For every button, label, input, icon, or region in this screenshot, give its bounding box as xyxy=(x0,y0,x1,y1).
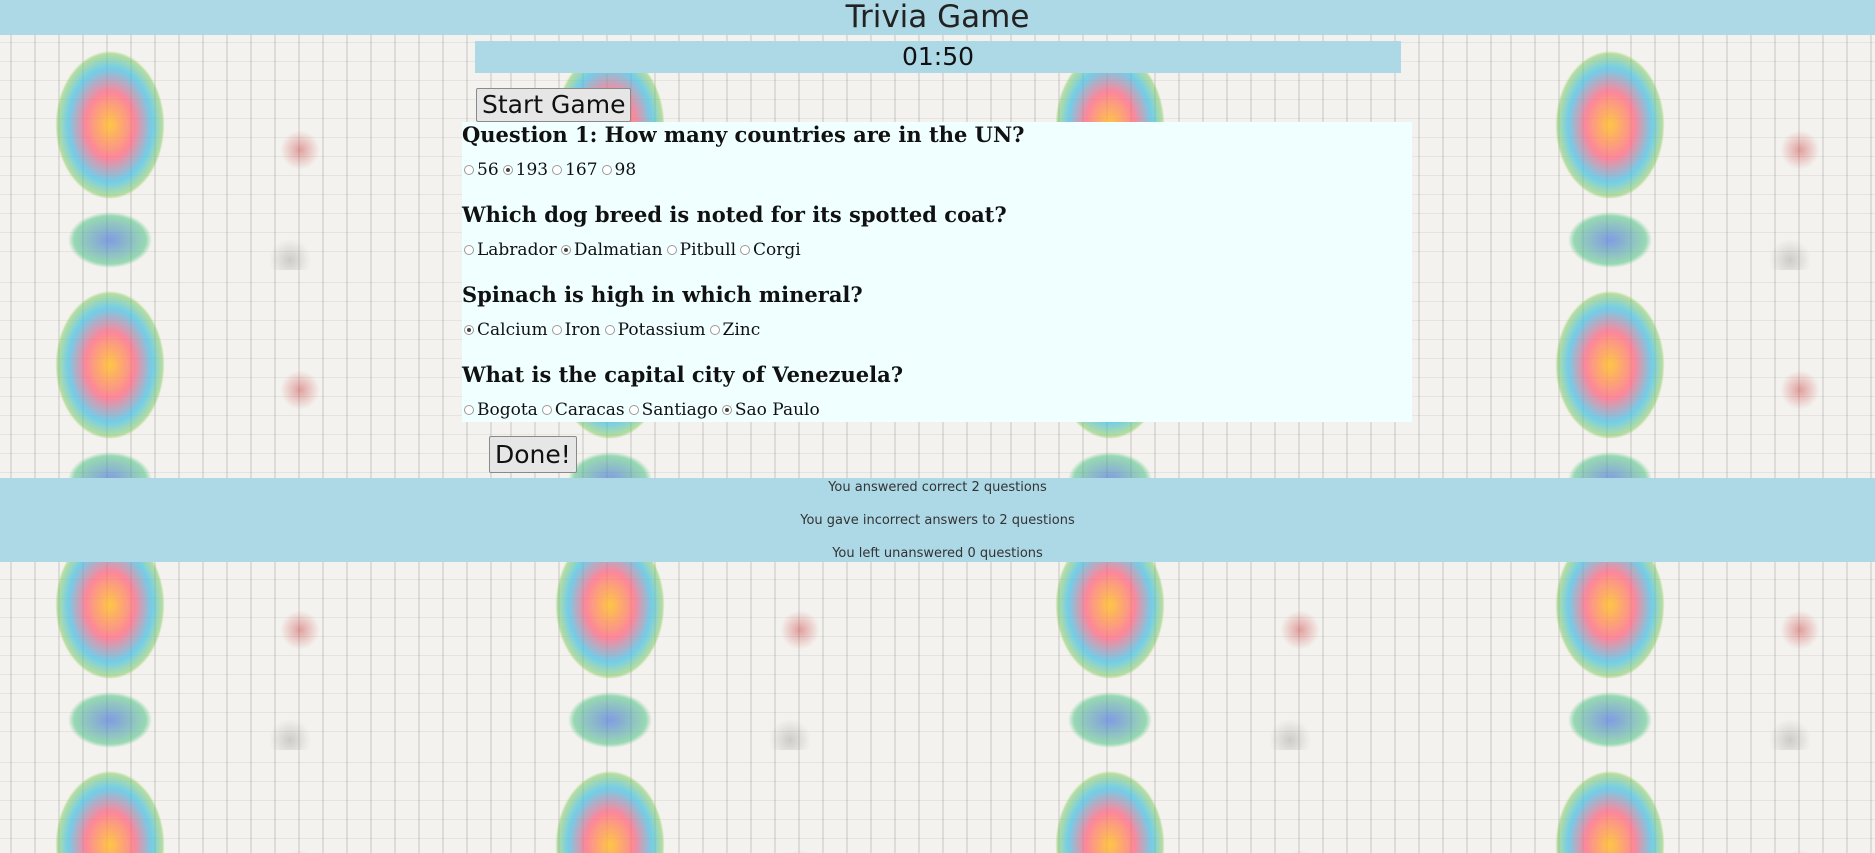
radio-option-56[interactable] xyxy=(464,165,474,175)
question-text: What is the capital city of Venezuela? xyxy=(462,362,903,387)
option-label: Labrador xyxy=(477,240,557,260)
start-game-button[interactable]: Start Game xyxy=(476,88,632,122)
radio-option-potassium[interactable] xyxy=(604,325,615,335)
radio-option-sao-paulo[interactable] xyxy=(721,405,732,415)
option-label: Iron xyxy=(564,320,601,340)
radio-option-zinc[interactable] xyxy=(709,325,720,335)
question-3: Spinach is high in which mineral? xyxy=(462,282,863,308)
option-label: Bogota xyxy=(477,400,538,420)
incorrect-count-text: You gave incorrect answers to 2 question… xyxy=(800,513,1075,528)
question-2: Which dog breed is noted for its spotted… xyxy=(462,202,1007,228)
radio-option-193[interactable] xyxy=(502,165,513,175)
radio-option-98[interactable] xyxy=(601,165,612,175)
radio-option-dalmatian[interactable] xyxy=(560,245,571,255)
question-1-options: 56 193 167 98 xyxy=(462,160,638,180)
page-title: Trivia Game xyxy=(845,0,1030,35)
option-label: 56 xyxy=(477,160,499,180)
question-text: Question 1: How many countries are in th… xyxy=(462,122,1025,147)
done-button[interactable]: Done! xyxy=(489,436,577,473)
option-label: 98 xyxy=(614,160,637,180)
question-2-options: Labrador Dalmatian Pitbull Corgi xyxy=(462,240,803,260)
radio-option-pitbull[interactable] xyxy=(666,245,677,255)
option-label: Zinc xyxy=(722,320,761,340)
option-label: Sao Paulo xyxy=(734,400,820,420)
option-label: Calcium xyxy=(477,320,548,340)
option-label: 167 xyxy=(565,160,598,180)
countdown-timer: 01:50 xyxy=(475,41,1401,73)
radio-option-bogota[interactable] xyxy=(464,405,474,415)
results-panel: You answered correct 2 questions You gav… xyxy=(0,478,1875,562)
option-label: Dalmatian xyxy=(573,240,663,260)
option-label: Potassium xyxy=(617,320,706,340)
radio-option-iron[interactable] xyxy=(551,325,562,335)
question-text: Which dog breed is noted for its spotted… xyxy=(462,202,1007,227)
radio-option-santiago[interactable] xyxy=(628,405,639,415)
option-label: 193 xyxy=(515,160,549,180)
option-label: Santiago xyxy=(641,400,718,420)
question-4: What is the capital city of Venezuela? xyxy=(462,362,903,388)
title-bar: Trivia Game xyxy=(0,0,1875,35)
radio-option-corgi[interactable] xyxy=(740,245,751,255)
quiz-panel: Question 1: How many countries are in th… xyxy=(462,122,1412,422)
question-4-options: Bogota Caracas Santiago Sao Paulo xyxy=(462,400,822,420)
unanswered-count-text: You left unanswered 0 questions xyxy=(832,546,1043,561)
option-label: Corgi xyxy=(753,240,801,260)
option-label: Caracas xyxy=(554,400,625,420)
radio-option-calcium[interactable] xyxy=(464,325,474,335)
question-text: Spinach is high in which mineral? xyxy=(462,282,863,307)
option-label: Pitbull xyxy=(679,240,737,260)
radio-option-caracas[interactable] xyxy=(541,405,552,415)
question-3-options: Calcium Iron Potassium Zinc xyxy=(462,320,762,340)
question-1: Question 1: How many countries are in th… xyxy=(462,122,1024,148)
radio-option-167[interactable] xyxy=(552,165,563,175)
correct-count-text: You answered correct 2 questions xyxy=(828,480,1047,495)
radio-option-labrador[interactable] xyxy=(464,245,474,255)
